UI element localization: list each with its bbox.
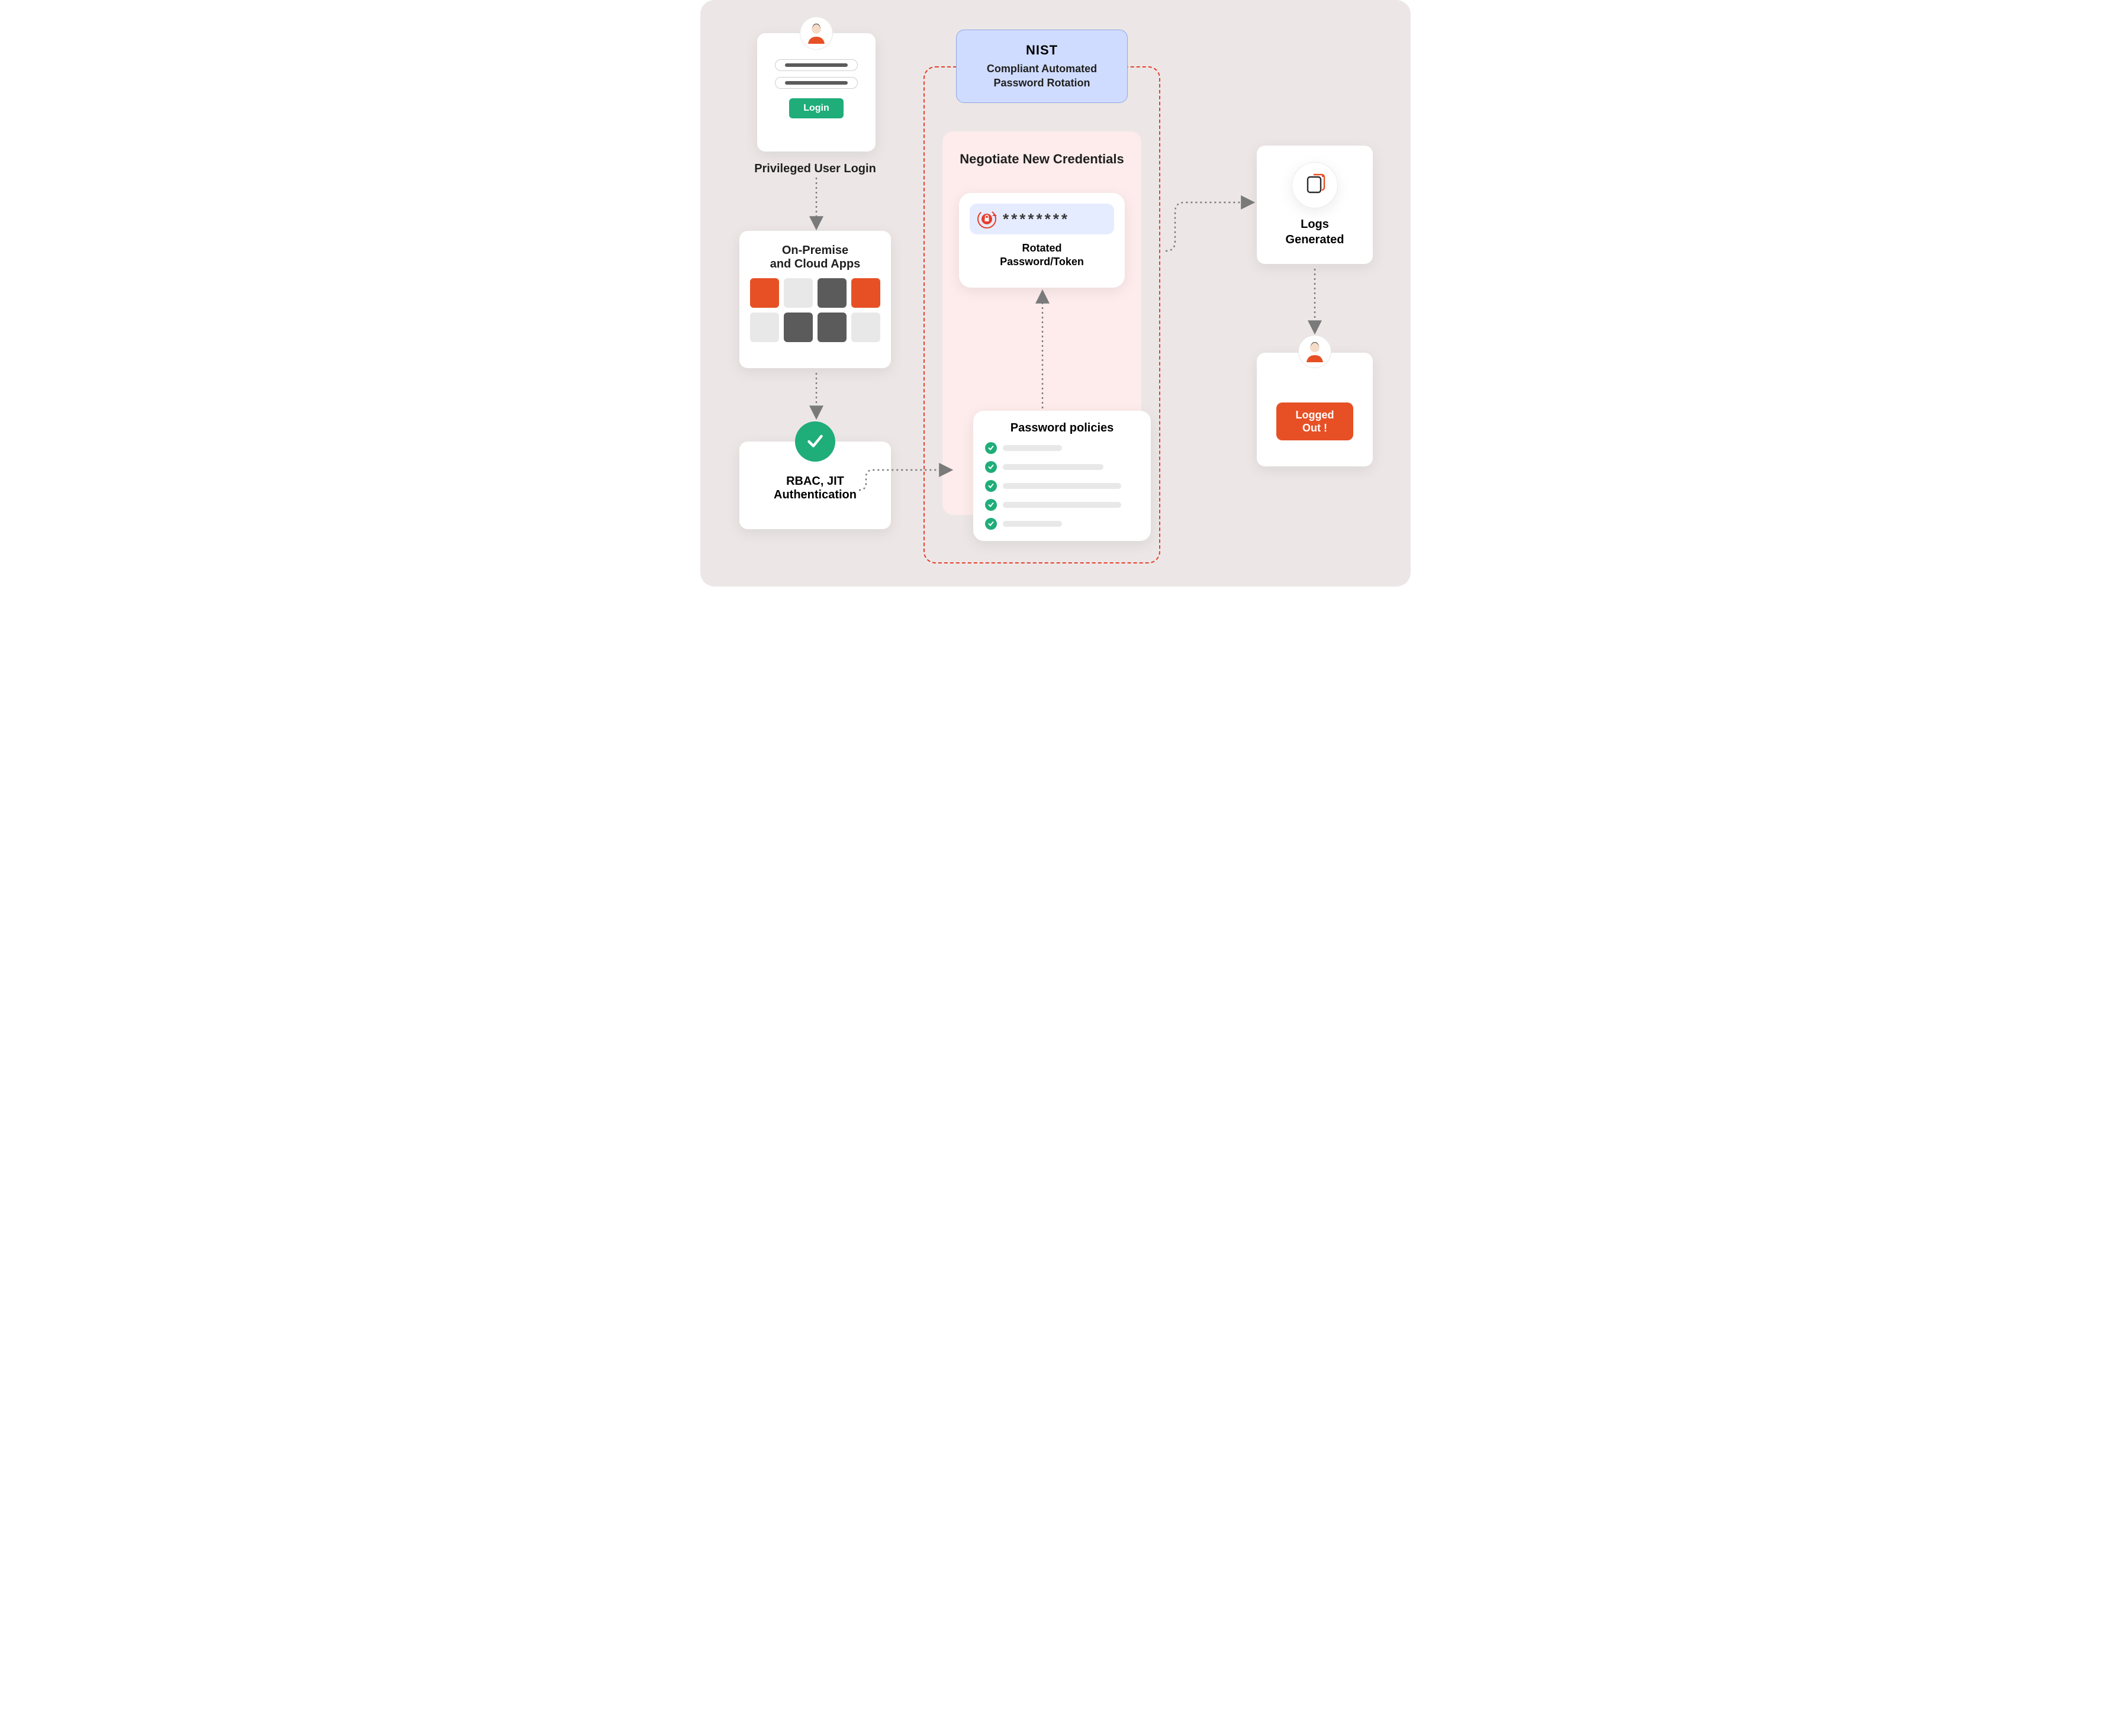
logout-card: LoggedOut ! <box>1257 353 1373 466</box>
app-tile <box>750 278 779 308</box>
check-icon <box>985 499 997 511</box>
check-badge-icon <box>795 421 835 462</box>
avatar-icon <box>800 17 833 50</box>
nist-badge: NIST Compliant AutomatedPassword Rotatio… <box>956 30 1128 103</box>
avatar-icon <box>1298 335 1331 368</box>
app-tile <box>818 313 847 342</box>
logs-icon <box>1292 162 1338 208</box>
app-tile <box>851 278 880 308</box>
rotate-lock-icon <box>977 209 997 229</box>
nist-caption: Compliant AutomatedPassword Rotation <box>987 62 1097 91</box>
login-caption: Privileged User Login <box>739 161 891 176</box>
rotated-caption: RotatedPassword/Token <box>1000 241 1084 269</box>
login-button: Login <box>789 98 844 118</box>
app-tile <box>818 278 847 308</box>
app-tile <box>784 278 813 308</box>
policies-title: Password policies <box>985 421 1139 435</box>
rotated-password-field: ******** <box>970 204 1114 234</box>
password-mask: ******** <box>1003 210 1107 228</box>
logs-card: LogsGenerated <box>1257 146 1373 264</box>
login-card: Login <box>757 33 876 152</box>
policy-line <box>1003 464 1103 470</box>
rbac-card: RBAC, JITAuthentication <box>739 442 891 529</box>
rbac-title: RBAC, JITAuthentication <box>748 475 883 502</box>
policy-row <box>985 480 1139 492</box>
check-icon <box>985 442 997 454</box>
password-field <box>775 77 858 89</box>
rotation-container: NIST Compliant AutomatedPassword Rotatio… <box>923 66 1160 563</box>
policies-card: Password policies <box>973 411 1151 541</box>
diagram-canvas: Login Privileged User Login On-Premisean… <box>700 0 1411 587</box>
policy-line <box>1003 502 1121 508</box>
nist-logo: NIST <box>1026 43 1058 58</box>
policy-row <box>985 518 1139 530</box>
rotated-card: ******** RotatedPassword/Token <box>959 193 1125 288</box>
negotiate-title: Negotiate New Credentials <box>955 152 1128 167</box>
app-tile <box>851 313 880 342</box>
check-icon <box>985 518 997 530</box>
app-tile <box>784 313 813 342</box>
logs-caption: LogsGenerated <box>1286 217 1344 247</box>
policy-line <box>1003 445 1062 451</box>
policy-line <box>1003 483 1121 489</box>
policy-row <box>985 499 1139 511</box>
logged-out-badge: LoggedOut ! <box>1276 402 1353 440</box>
negotiate-box: Negotiate New Credentials ******** <box>942 131 1141 515</box>
apps-card: On-Premiseand Cloud Apps <box>739 231 891 368</box>
apps-grid <box>750 278 880 342</box>
apps-title: On-Premiseand Cloud Apps <box>750 244 880 271</box>
check-icon <box>985 461 997 473</box>
policy-row <box>985 461 1139 473</box>
username-field <box>775 59 858 71</box>
app-tile <box>750 313 779 342</box>
policy-row <box>985 442 1139 454</box>
check-icon <box>985 480 997 492</box>
policy-line <box>1003 521 1062 527</box>
